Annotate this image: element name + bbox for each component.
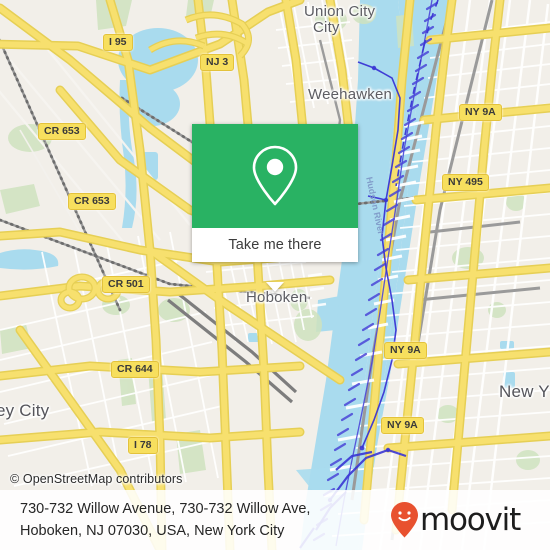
moovit-brand[interactable]: moovit — [390, 501, 538, 539]
map-pin-icon — [252, 145, 298, 206]
highway-shield-cr644[interactable]: CR 644 — [111, 361, 159, 378]
map-label-new-york: New Y — [499, 382, 550, 401]
highway-shield-ny9a-a[interactable]: NY 9A — [459, 104, 502, 121]
highway-shield-ny495[interactable]: NY 495 — [442, 174, 489, 191]
moovit-wordmark: moovit — [420, 501, 521, 538]
map-label-union-city: Union City — [304, 3, 376, 20]
map-label-jersey-city: ey City — [0, 401, 50, 420]
map-label-union-city-line2: City — [313, 19, 340, 36]
take-me-there-label: Take me there — [228, 237, 322, 253]
highway-shield-i78[interactable]: I 78 — [128, 437, 158, 454]
highway-shield-ny9a-c[interactable]: NY 9A — [381, 417, 424, 434]
address-line-2: Hoboken, NJ 07030, USA, New York City — [20, 523, 285, 539]
location-popup-card[interactable]: Take me there — [192, 124, 358, 292]
map-canvas[interactable]: Union City City Weehawken Hoboken ey Cit… — [0, 0, 550, 550]
address-line-1: 730-732 Willow Avenue, 730-732 Willow Av… — [20, 501, 311, 517]
highway-shield-nj3[interactable]: NJ 3 — [200, 54, 235, 71]
popup-header — [192, 124, 358, 228]
highway-shield-cr653-b[interactable]: CR 653 — [68, 193, 116, 210]
map-vector-layer — [0, 0, 550, 550]
highway-shield-cr653-a[interactable]: CR 653 — [38, 123, 86, 140]
popup-footer[interactable]: Take me there — [192, 228, 358, 262]
map-screenshot: Union City City Weehawken Hoboken ey Cit… — [0, 0, 550, 550]
popup-tail — [266, 282, 284, 292]
highway-shield-cr501[interactable]: CR 501 — [102, 276, 150, 293]
highway-shield-i95[interactable]: I 95 — [103, 34, 133, 51]
osm-attribution[interactable]: © OpenStreetMap contributors — [10, 472, 183, 486]
address-footer-bar: 730-732 Willow Avenue, 730-732 Willow Av… — [0, 490, 550, 550]
address-text: 730-732 Willow Avenue, 730-732 Willow Av… — [0, 498, 390, 542]
moovit-pin-logo-icon — [391, 502, 418, 538]
highway-shield-ny9a-b[interactable]: NY 9A — [384, 342, 427, 359]
map-label-weehawken: Weehawken — [308, 86, 393, 103]
